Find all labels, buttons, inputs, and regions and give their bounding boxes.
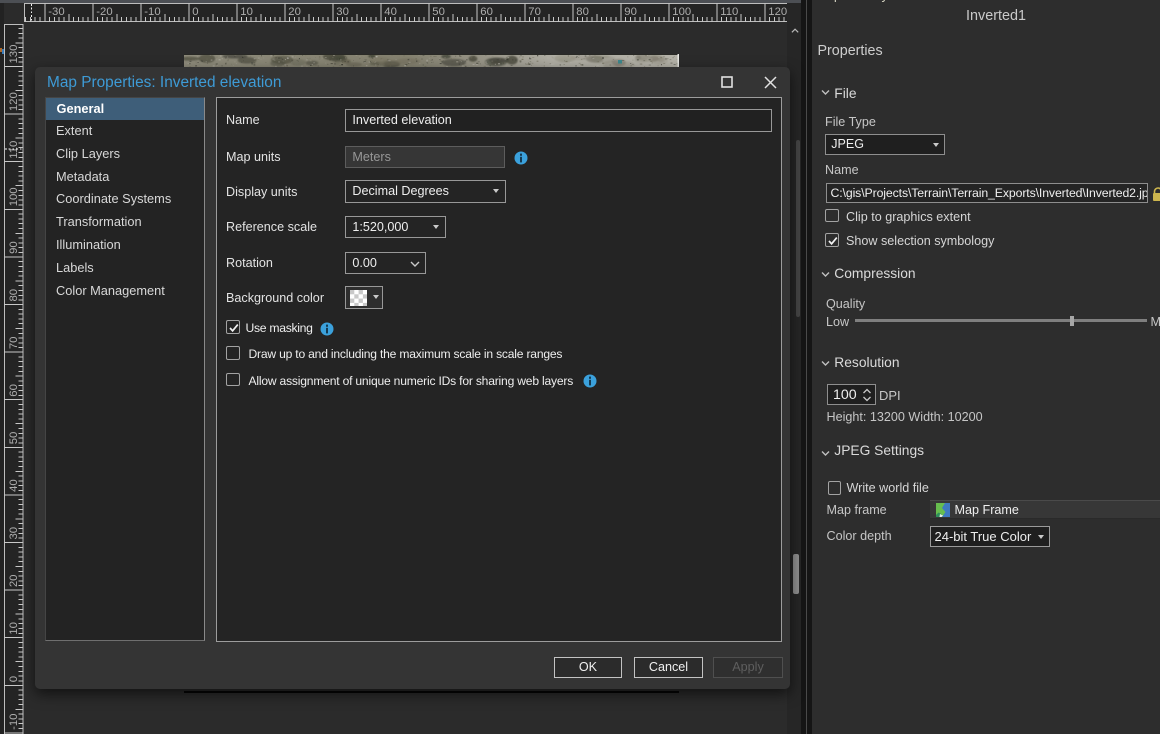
- svg-text:100: 100: [672, 6, 691, 18]
- svg-text:-20: -20: [96, 6, 112, 18]
- svg-text:70: 70: [8, 337, 20, 350]
- svg-text:10: 10: [240, 6, 253, 18]
- svg-text:90: 90: [8, 241, 20, 254]
- svg-text:110: 110: [720, 6, 738, 18]
- svg-text:0: 0: [8, 676, 20, 682]
- svg-text:120: 120: [8, 92, 20, 111]
- svg-text:90: 90: [624, 6, 637, 18]
- svg-text:-10: -10: [144, 6, 160, 18]
- svg-text:20: 20: [8, 575, 20, 588]
- svg-text:0: 0: [192, 6, 198, 18]
- svg-text:30: 30: [8, 527, 20, 540]
- svg-text:130: 130: [8, 45, 20, 64]
- svg-text:-10: -10: [8, 714, 20, 730]
- svg-text:30: 30: [336, 6, 349, 18]
- svg-text:110: 110: [8, 141, 20, 159]
- svg-text:50: 50: [432, 6, 445, 18]
- svg-text:-30: -30: [48, 6, 64, 18]
- svg-text:80: 80: [576, 6, 589, 18]
- svg-text:50: 50: [8, 432, 20, 445]
- svg-text:60: 60: [8, 384, 20, 397]
- svg-text:20: 20: [288, 6, 301, 18]
- svg-text:40: 40: [8, 479, 20, 492]
- svg-text:70: 70: [528, 6, 541, 18]
- svg-text:10: 10: [8, 622, 20, 635]
- svg-text:120: 120: [768, 6, 787, 18]
- svg-text:40: 40: [384, 6, 397, 18]
- svg-text:60: 60: [480, 6, 493, 18]
- svg-text:80: 80: [8, 289, 20, 302]
- svg-text:100: 100: [8, 187, 20, 206]
